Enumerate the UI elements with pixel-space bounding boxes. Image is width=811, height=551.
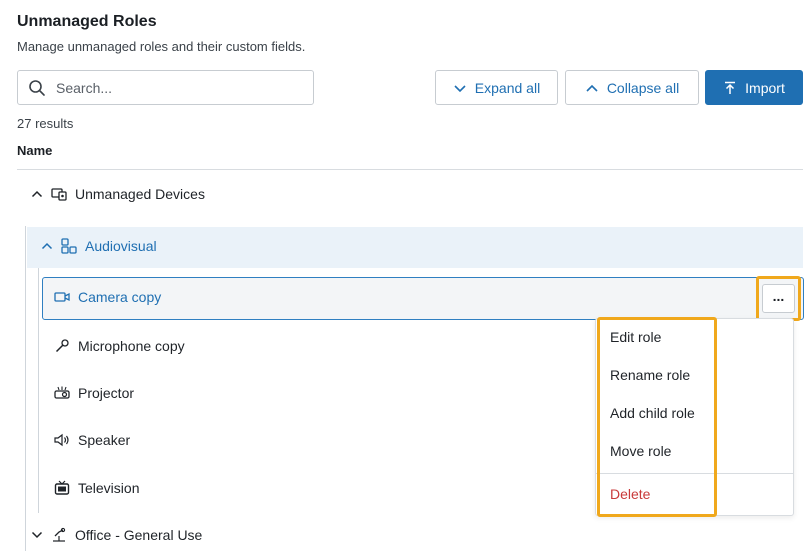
tree-item-label: Television xyxy=(78,480,140,496)
tree-item-label: Microphone copy xyxy=(78,338,185,354)
tree-guide-line xyxy=(25,226,26,551)
chevron-up-icon[interactable] xyxy=(31,189,43,199)
speaker-icon xyxy=(54,433,70,447)
header-divider xyxy=(17,169,803,170)
tree-group-label: Unmanaged Devices xyxy=(75,186,205,202)
chevron-up-icon[interactable] xyxy=(41,241,53,251)
expand-all-button[interactable]: Expand all xyxy=(435,70,558,105)
search-placeholder: Search... xyxy=(56,80,113,96)
collapse-all-label: Collapse all xyxy=(606,79,680,96)
office-icon xyxy=(51,527,67,543)
tree-group-label: Office - General Use xyxy=(75,527,203,543)
annotation-highlight-more xyxy=(756,276,801,321)
tree-item-label: Camera copy xyxy=(78,289,162,305)
tree-group-unmanaged-devices[interactable]: Unmanaged Devices xyxy=(31,186,205,202)
import-button[interactable]: Import xyxy=(705,70,803,105)
projector-icon xyxy=(54,386,70,400)
audiovisual-icon xyxy=(61,238,77,254)
chevron-down-icon xyxy=(453,83,467,93)
collapse-all-button[interactable]: Collapse all xyxy=(565,70,699,105)
tree-item-row[interactable]: Camera copy xyxy=(54,289,161,305)
camera-icon xyxy=(54,291,70,303)
tree-item-label: Speaker xyxy=(78,432,131,448)
search-icon xyxy=(28,79,46,97)
annotation-highlight-menu xyxy=(597,317,717,517)
tree-item-label: Projector xyxy=(78,385,135,401)
expand-all-label: Expand all xyxy=(474,79,541,96)
tree-guide-line xyxy=(38,268,39,513)
tree-item-speaker[interactable]: Speaker xyxy=(54,432,130,448)
page-subtitle: Manage unmanaged roles and their custom … xyxy=(17,39,306,54)
tree-item-projector[interactable]: Projector xyxy=(54,385,134,401)
microphone-icon xyxy=(54,338,70,354)
tree-category-row[interactable]: Audiovisual xyxy=(41,238,157,254)
upload-icon xyxy=(723,81,737,95)
tree-group-office-general-use[interactable]: Office - General Use xyxy=(31,527,202,543)
device-group-icon xyxy=(51,187,67,201)
import-label: Import xyxy=(745,79,785,96)
column-header-name: Name xyxy=(17,143,53,158)
television-icon xyxy=(54,480,70,496)
tree-item-television[interactable]: Television xyxy=(54,480,139,496)
page-title: Unmanaged Roles xyxy=(17,13,157,30)
tree-item-microphone-copy[interactable]: Microphone copy xyxy=(54,338,185,354)
chevron-down-icon[interactable] xyxy=(31,530,43,540)
chevron-up-icon xyxy=(585,83,599,93)
tree-category-label: Audiovisual xyxy=(85,238,157,254)
results-count: 27 results xyxy=(17,116,74,131)
search-input[interactable]: Search... xyxy=(17,70,314,105)
